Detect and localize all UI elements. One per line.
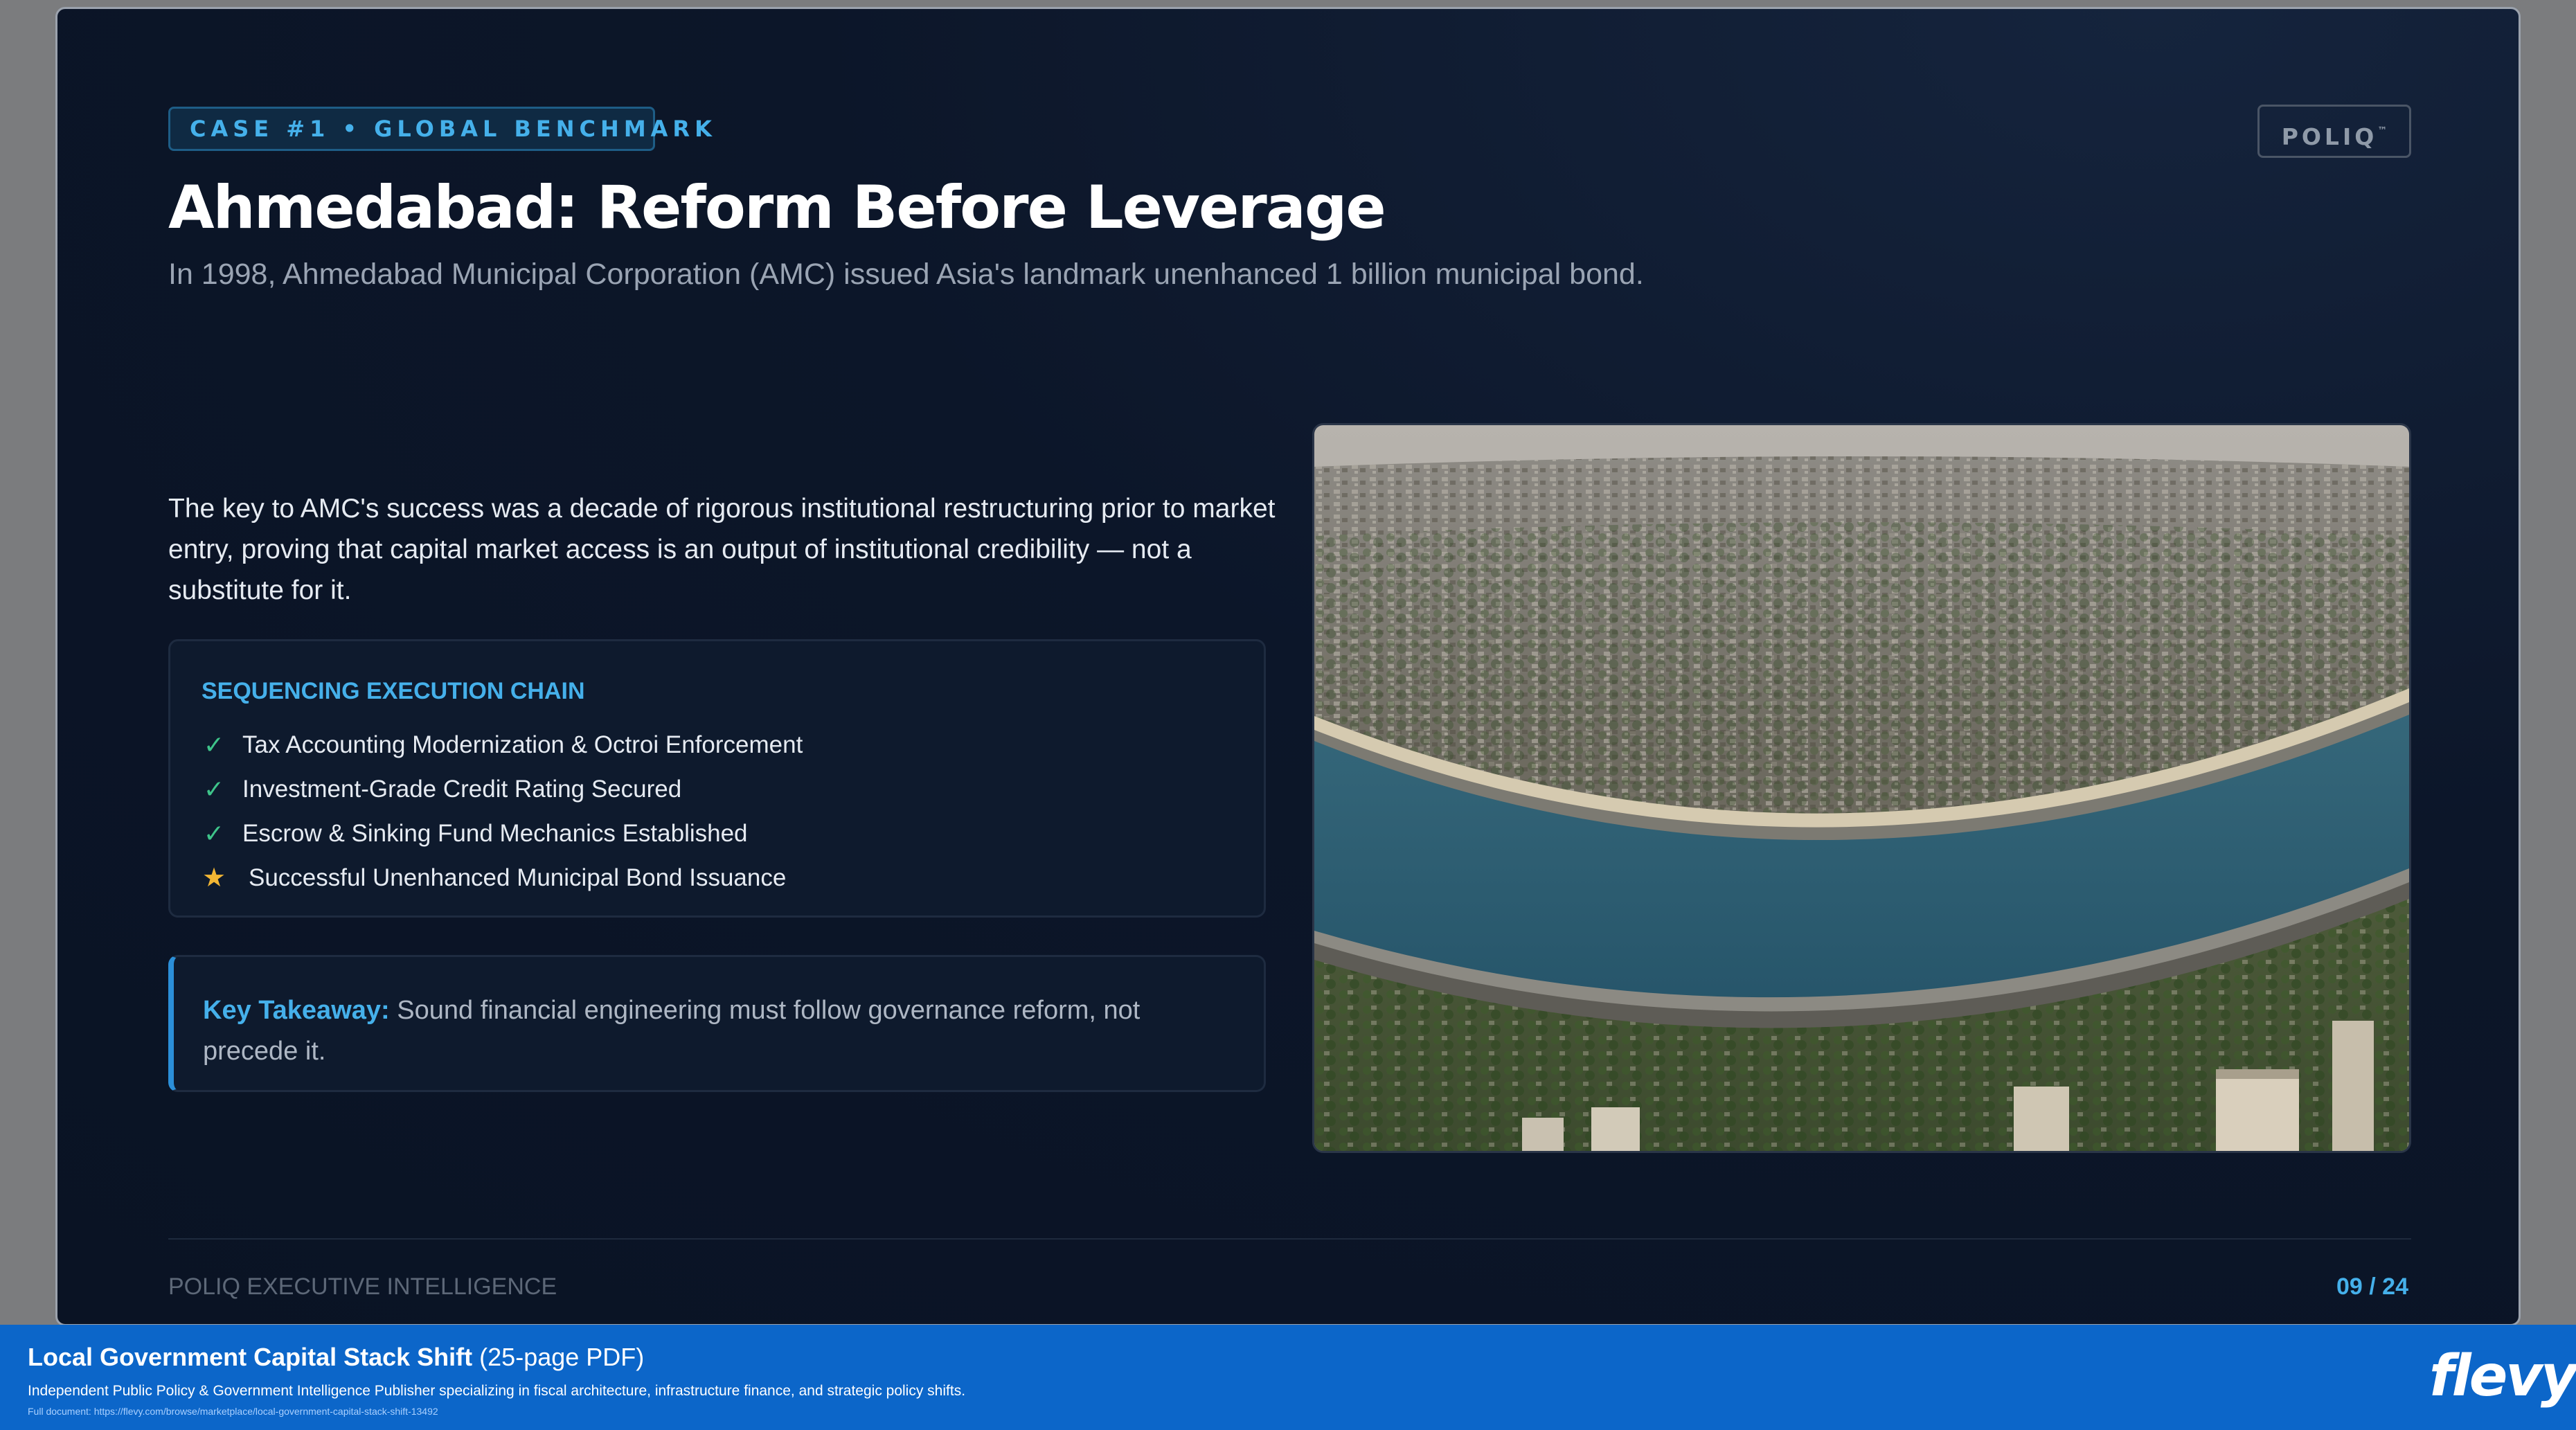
chain-item-label: Investment-Grade Credit Rating Secured <box>242 776 682 803</box>
page-number: 09 / 24 <box>2336 1273 2408 1300</box>
check-icon: ✓ <box>203 731 225 759</box>
sequencing-chain-card: SEQUENCING EXECUTION CHAIN ✓ Tax Account… <box>168 639 1266 918</box>
aerial-city-river-photo <box>1312 423 2411 1153</box>
chain-title: SEQUENCING EXECUTION CHAIN <box>202 678 585 704</box>
slide-subtitle: In 1998, Ahmedabad Municipal Corporation… <box>168 258 1644 291</box>
banner-url-link[interactable]: Full document: https://flevy.com/browse/… <box>28 1404 438 1418</box>
star-icon: ★ <box>202 864 226 893</box>
slide-title: Ahmedabad: Reform Before Leverage <box>168 173 1386 242</box>
check-icon: ✓ <box>203 819 225 848</box>
chain-item-label: Successful Unenhanced Municipal Bond Iss… <box>249 864 787 891</box>
check-icon: ✓ <box>203 775 225 803</box>
chain-item-label: Escrow & Sinking Fund Mechanics Establis… <box>242 820 748 847</box>
key-takeaway-callout: Key Takeaway: Sound financial engineerin… <box>168 955 1266 1092</box>
footer-label: POLIQ EXECUTIVE INTELLIGENCE <box>168 1273 557 1300</box>
logo-text: POLIQ <box>2281 123 2378 150</box>
trademark-mark: ™ <box>2377 125 2388 136</box>
banner-page-count: (25-page PDF) <box>479 1343 645 1371</box>
footer-divider <box>168 1238 2411 1240</box>
document-viewer: CASE #1 • GLOBAL BENCHMARK POLIQ™ Ahmeda… <box>0 0 2576 1430</box>
chain-item-label: Tax Accounting Modernization & Octroi En… <box>242 731 803 758</box>
flevy-logo[interactable]: flevy <box>2429 1339 2576 1415</box>
takeaway-label: Key Takeaway: <box>203 996 390 1025</box>
banner-doc-title[interactable]: Local Government Capital Stack Shift <box>28 1343 472 1371</box>
poliq-logo: POLIQ™ <box>2257 105 2411 158</box>
slide: CASE #1 • GLOBAL BENCHMARK POLIQ™ Ahmeda… <box>55 7 2521 1326</box>
document-banner[interactable]: Local Government Capital Stack Shift (25… <box>0 1325 2576 1430</box>
case-tag: CASE #1 • GLOBAL BENCHMARK <box>168 107 712 151</box>
banner-title[interactable]: Local Government Capital Stack Shift (25… <box>28 1340 644 1375</box>
banner-description: Independent Public Policy & Government I… <box>28 1383 966 1399</box>
intro-paragraph: The key to AMC's success was a decade of… <box>168 494 1276 605</box>
